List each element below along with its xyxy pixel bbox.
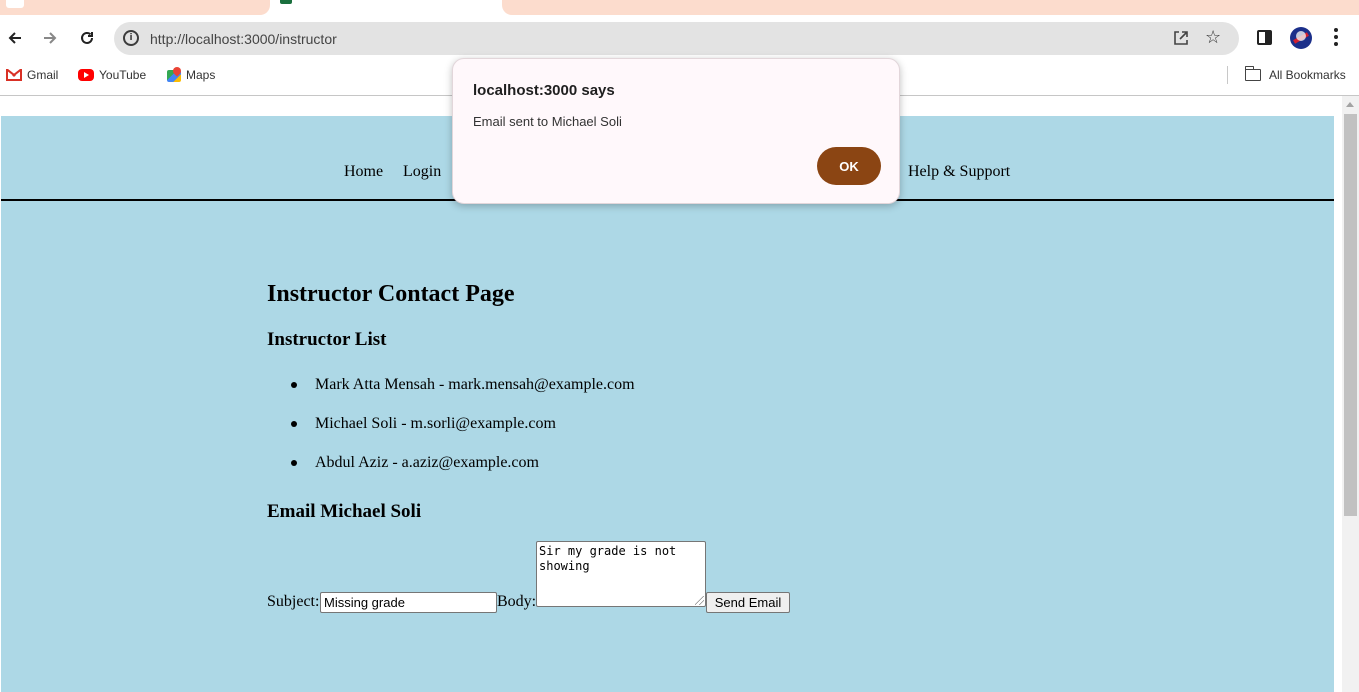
browser-toolbar: i http://localhost:3000/instructor ☆ xyxy=(0,21,1359,55)
reload-icon xyxy=(81,31,93,44)
folder-icon xyxy=(1245,66,1261,81)
tab-next[interactable] xyxy=(502,0,1359,15)
dialog-message: Email sent to Michael Soli xyxy=(473,114,622,129)
subject-label: Subject: xyxy=(267,593,320,610)
email-heading: Email Michael Soli xyxy=(267,501,422,522)
dialog-ok-button[interactable]: OK xyxy=(817,147,881,185)
bullet-dot xyxy=(291,460,297,466)
all-bookmarks-label: All Bookmarks xyxy=(1269,68,1346,82)
instructor-item: Michael Soli - m.sorli@example.com xyxy=(315,415,556,432)
forward-arrow-icon xyxy=(44,32,57,44)
site-info-icon[interactable]: i xyxy=(123,30,139,46)
bullet-dot xyxy=(291,421,297,427)
bookmark-label: YouTube xyxy=(99,68,147,82)
bookmark-maps[interactable]: Maps xyxy=(167,67,215,83)
send-email-button[interactable]: Send Email xyxy=(706,592,790,613)
forward-button[interactable] xyxy=(39,27,61,49)
bookmark-gmail[interactable]: Gmail xyxy=(6,67,58,83)
bookmark-star-icon[interactable]: ☆ xyxy=(1205,28,1221,48)
nav-home[interactable]: Home xyxy=(344,163,383,181)
subject-input[interactable] xyxy=(320,592,497,613)
youtube-icon xyxy=(78,69,94,81)
menu-kebab-icon[interactable] xyxy=(1334,28,1340,48)
instructor-list-heading: Instructor List xyxy=(267,329,387,350)
address-bar[interactable]: i http://localhost:3000/instructor ☆ xyxy=(114,22,1239,55)
tab-active[interactable] xyxy=(274,0,496,6)
tab-favicon xyxy=(6,0,24,8)
page-scrollbar[interactable] xyxy=(1342,96,1359,692)
nav-login[interactable]: Login xyxy=(403,163,441,181)
reload-button[interactable] xyxy=(76,27,98,49)
bookmark-label: Gmail xyxy=(27,68,59,82)
gmail-icon xyxy=(6,69,22,81)
scroll-up-arrow-icon[interactable] xyxy=(1346,102,1354,107)
url-text[interactable]: http://localhost:3000/instructor xyxy=(150,31,337,47)
alert-dialog: localhost:3000 says Email sent to Michae… xyxy=(452,58,900,204)
side-panel-icon[interactable] xyxy=(1257,30,1272,45)
tab-strip xyxy=(0,0,1359,21)
body-textarea[interactable]: Sir my grade is not showing xyxy=(536,541,706,607)
nav-help-support[interactable]: Help & Support xyxy=(908,163,1010,181)
instructor-item: Mark Atta Mensah - mark.mensah@example.c… xyxy=(315,376,635,393)
all-bookmarks[interactable]: All Bookmarks xyxy=(1245,66,1346,83)
dialog-title: localhost:3000 says xyxy=(473,82,615,99)
maps-icon xyxy=(167,68,181,82)
bookmark-youtube[interactable]: YouTube xyxy=(78,67,146,83)
tab-favicon xyxy=(280,0,292,4)
bookmark-label: Maps xyxy=(186,68,216,82)
open-in-new-icon[interactable] xyxy=(1173,30,1189,46)
back-button[interactable] xyxy=(4,27,26,49)
resize-grip-icon[interactable] xyxy=(695,596,704,605)
body-label: Body: xyxy=(497,593,537,610)
back-arrow-icon xyxy=(8,32,21,44)
page-title: Instructor Contact Page xyxy=(267,281,515,307)
profile-avatar[interactable] xyxy=(1290,27,1312,49)
instructor-item: Abdul Aziz - a.aziz@example.com xyxy=(315,454,539,471)
tab-previous[interactable] xyxy=(0,0,270,15)
bullet-dot xyxy=(291,382,297,388)
scroll-thumb[interactable] xyxy=(1344,114,1357,516)
bookmarks-separator xyxy=(1227,66,1228,84)
